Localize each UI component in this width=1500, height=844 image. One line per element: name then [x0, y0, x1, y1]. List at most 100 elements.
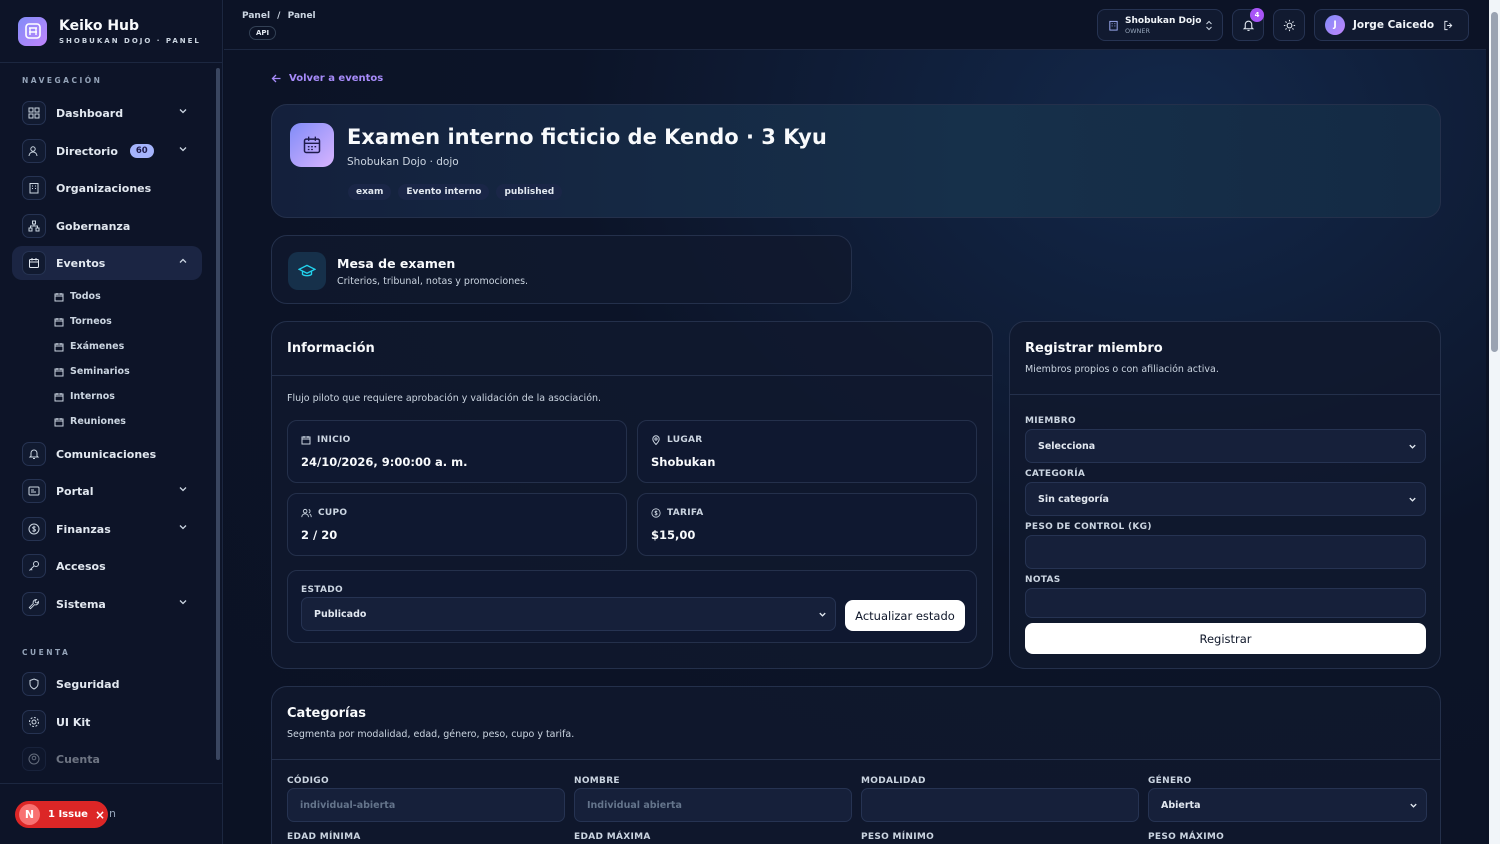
peso-input[interactable]: [1025, 535, 1426, 569]
main-content: Panel / Panel API Shobukan Dojo OWNER 4: [224, 0, 1486, 844]
chevron-down-icon: [178, 522, 188, 532]
sidebar-subitem-reuniones[interactable]: Reuniones: [54, 416, 126, 427]
shield-icon: [22, 672, 46, 696]
key-icon: [22, 554, 46, 578]
sidebar-item-cuenta[interactable]: Cuenta: [12, 742, 202, 776]
sidebar-subitem-torneos[interactable]: Torneos: [54, 316, 112, 327]
chevron-down-icon: [1408, 495, 1417, 504]
nombre-input[interactable]: Individual abierta: [574, 788, 852, 822]
peso-max-label: PESO MÁXIMO: [1148, 832, 1225, 842]
sidebar-subitem-label: Exámenes: [70, 341, 125, 352]
sidebar: Keiko Hub SHOBUKAN DOJO · PANEL NAVEGACI…: [0, 0, 223, 844]
sidebar-item-uikit[interactable]: UI Kit: [12, 705, 202, 739]
sidebar-item-gobernanza[interactable]: Gobernanza: [12, 209, 202, 243]
sidebar-subitem-internos[interactable]: Internos: [54, 391, 115, 402]
breadcrumb-separator: /: [277, 11, 281, 21]
miembro-label: MIEMBRO: [1025, 416, 1076, 426]
sidebar-item-portal[interactable]: Portal: [12, 474, 202, 508]
count-badge: 60: [129, 144, 154, 158]
sidebar-subitem-label: Seminarios: [70, 366, 130, 377]
peso-label: PESO DE CONTROL (KG): [1025, 522, 1152, 532]
api-badge: API: [249, 26, 277, 40]
notas-label: NOTAS: [1025, 575, 1061, 585]
page-scrollbar-thumb[interactable]: [1491, 12, 1498, 352]
avatar: J: [1325, 15, 1345, 35]
building-icon: [22, 176, 46, 200]
sidebar-subitem-todos[interactable]: Todos: [54, 291, 101, 302]
sidebar-item-finanzas[interactable]: Finanzas: [12, 512, 202, 546]
user-menu[interactable]: J Jorge Caicedo: [1314, 9, 1469, 41]
event-title: Examen interno ficticio de Kendo · 3 Kyu: [347, 125, 827, 149]
miembro-select-value: Selecciona: [1038, 440, 1096, 452]
sidebar-scrollbar[interactable]: [216, 68, 220, 760]
lugar-label-row: LUGAR: [651, 435, 703, 445]
sidebar-item-comunicaciones[interactable]: Comunicaciones: [12, 437, 202, 471]
sidebar-item-accesos[interactable]: Accesos: [12, 549, 202, 583]
sidebar-item-label: Eventos: [56, 256, 106, 270]
exam-panel-card[interactable]: Mesa de examen Criterios, tribunal, nota…: [271, 235, 852, 304]
inicio-label: INICIO: [317, 435, 351, 445]
dollar-icon: [651, 508, 661, 518]
genero-label: GÉNERO: [1148, 776, 1192, 786]
notas-textarea[interactable]: [1025, 588, 1426, 618]
sidebar-subitem-label: Torneos: [70, 316, 112, 327]
sidebar-item-eventos[interactable]: Eventos: [12, 246, 202, 280]
chevron-updown-icon: [1205, 20, 1213, 31]
lugar-label: LUGAR: [667, 435, 703, 445]
update-status-button[interactable]: Actualizar estado: [845, 600, 965, 631]
inicio-label-row: INICIO: [301, 435, 351, 445]
codigo-label: CÓDIGO: [287, 776, 329, 786]
sidebar-item-sistema[interactable]: Sistema: [12, 587, 202, 621]
notifications-button[interactable]: 4: [1232, 8, 1264, 41]
nombre-label: NOMBRE: [574, 776, 620, 786]
sidebar-item-label: UI Kit: [56, 715, 91, 729]
sidebar-item-label: Seguridad: [56, 677, 120, 691]
next-logo-icon: N: [19, 804, 40, 825]
sidebar-item-directorio[interactable]: Directorio 60: [12, 134, 202, 168]
sidebar-item-dashboard[interactable]: Dashboard: [12, 96, 202, 130]
theme-toggle-button[interactable]: [1273, 9, 1305, 41]
estado-select[interactable]: Publicado: [301, 597, 836, 631]
breadcrumb-item[interactable]: Panel: [242, 11, 270, 21]
sidebar-item-organizaciones[interactable]: Organizaciones: [12, 171, 202, 205]
calendar-icon: [54, 367, 64, 377]
back-link-label: Volver a eventos: [289, 73, 384, 84]
org-switcher[interactable]: Shobukan Dojo OWNER: [1097, 9, 1223, 41]
genero-select[interactable]: Abierta: [1148, 788, 1427, 822]
close-icon[interactable]: ×: [95, 808, 105, 822]
register-title: Registrar miembro: [1025, 341, 1163, 356]
calendar-icon: [22, 251, 46, 275]
sidebar-subitem-seminarios[interactable]: Seminarios: [54, 366, 130, 377]
page-scrollbar[interactable]: [1489, 0, 1500, 844]
calendar-icon: [54, 292, 64, 302]
info-card: Información Flujo piloto que requiere ap…: [271, 321, 993, 669]
user-circle-icon: [22, 747, 46, 771]
modalidad-input[interactable]: [861, 788, 1139, 822]
lugar-box: LUGAR Shobukan: [637, 420, 977, 483]
wrench-icon: [22, 592, 46, 616]
miembro-select[interactable]: Selecciona: [1025, 429, 1426, 463]
sidebar-item-label: Sistema: [56, 597, 106, 611]
sidebar-footer-divider: [0, 783, 222, 784]
codigo-input[interactable]: individual-abierta: [287, 788, 565, 822]
event-header-card: Examen interno ficticio de Kendo · 3 Kyu…: [271, 104, 1441, 218]
event-calendar-icon: [290, 123, 334, 167]
sidebar-subitem-examenes[interactable]: Exámenes: [54, 341, 124, 352]
calendar-icon: [54, 417, 64, 427]
exam-panel-desc: Criterios, tribunal, notas y promociones…: [337, 276, 529, 287]
brand-logo-icon: [18, 16, 47, 46]
sidebar-item-seguridad[interactable]: Seguridad: [12, 667, 202, 701]
register-button[interactable]: Registrar: [1025, 623, 1426, 654]
account-section-label: CUENTA: [22, 648, 71, 657]
cupo-box: CUPO 2 / 20: [287, 493, 627, 556]
issue-badge[interactable]: N 1 Issue ×: [15, 801, 108, 828]
back-link[interactable]: Volver a eventos: [271, 73, 383, 84]
genero-select-value: Abierta: [1161, 799, 1201, 811]
edad-max-label: EDAD MÁXIMA: [574, 832, 651, 842]
logout-icon[interactable]: [1443, 20, 1454, 31]
sidebar-subitem-label: Internos: [70, 391, 115, 402]
register-member-card: Registrar miembro Miembros propios o con…: [1009, 321, 1441, 669]
categoria-select[interactable]: Sin categoría: [1025, 482, 1426, 516]
sidebar-subitem-label: Reuniones: [70, 416, 126, 427]
brand[interactable]: Keiko Hub SHOBUKAN DOJO · PANEL: [0, 0, 222, 63]
